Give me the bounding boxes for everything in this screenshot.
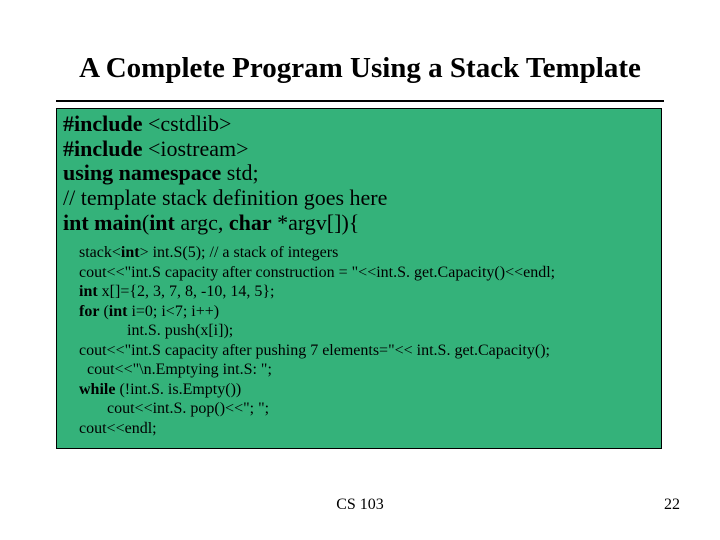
kw-include-1: #include: [63, 111, 142, 136]
kw-char: char: [229, 210, 272, 235]
code-line-2: #include <iostream>: [57, 137, 661, 162]
code-line-3: using namespace std;: [57, 161, 661, 186]
body-line-9: cout<<int.S. pop()<<"; ";: [79, 399, 655, 419]
kw-int-tpl: int: [121, 244, 140, 261]
argv: *argv[]){: [277, 210, 359, 235]
code-line-4: // template stack definition goes here: [57, 186, 661, 211]
body-line-1: stack<int> int.S(5); // a stack of integ…: [79, 243, 655, 263]
body-line-4: for (int i=0; i<7; i++): [79, 302, 655, 322]
stack-rest: > int.S(5); // a stack of integers: [140, 244, 339, 261]
code-line-5: int main(int argc, char *argv[]){: [57, 211, 661, 236]
kw-for: for: [79, 303, 99, 320]
body-line-8: while (!int.S. is.Empty()): [79, 380, 655, 400]
kw-include-2: #include: [63, 136, 142, 161]
ns-std: std;: [227, 160, 259, 185]
stack-open: stack<: [79, 244, 121, 261]
kw-int-arr: int: [79, 283, 98, 300]
while-cond: (!int.S. is.Empty()): [119, 381, 241, 398]
inc-cstdlib: <cstdlib>: [148, 111, 231, 136]
body-line-5: int.S. push(x[i]);: [79, 321, 655, 341]
slide-title: A Complete Program Using a Stack Templat…: [0, 52, 720, 85]
footer-course: CS 103: [0, 496, 720, 514]
body-line-10: cout<<endl;: [79, 419, 655, 439]
page-number: 22: [664, 496, 680, 514]
code-line-1: #include <cstdlib>: [57, 112, 661, 137]
body-line-2: cout<<"int.S capacity after construction…: [79, 263, 655, 283]
inc-iostream: <iostream>: [148, 136, 249, 161]
kw-using-namespace: using namespace: [63, 160, 221, 185]
for-cond: i=0; i<7; i++): [131, 303, 219, 320]
code-body: stack<int> int.S(5); // a stack of integ…: [57, 235, 661, 438]
slide: A Complete Program Using a Stack Templat…: [0, 0, 720, 540]
code-box: #include <cstdlib> #include <iostream> u…: [56, 108, 662, 449]
kw-int-main: int main: [63, 210, 142, 235]
kw-while: while: [79, 381, 115, 398]
body-line-3: int x[]={2, 3, 7, 8, -10, 14, 5};: [79, 282, 655, 302]
body-line-7: cout<<"\n.Emptying int.S: ";: [79, 360, 655, 380]
argc: argc,: [180, 210, 223, 235]
arr-init: x[]={2, 3, 7, 8, -10, 14, 5};: [102, 283, 275, 300]
title-underline: [56, 100, 664, 102]
body-line-6: cout<<"int.S capacity after pushing 7 el…: [79, 341, 655, 361]
kw-int-i: int: [109, 303, 128, 320]
kw-int-argc: int: [149, 210, 175, 235]
